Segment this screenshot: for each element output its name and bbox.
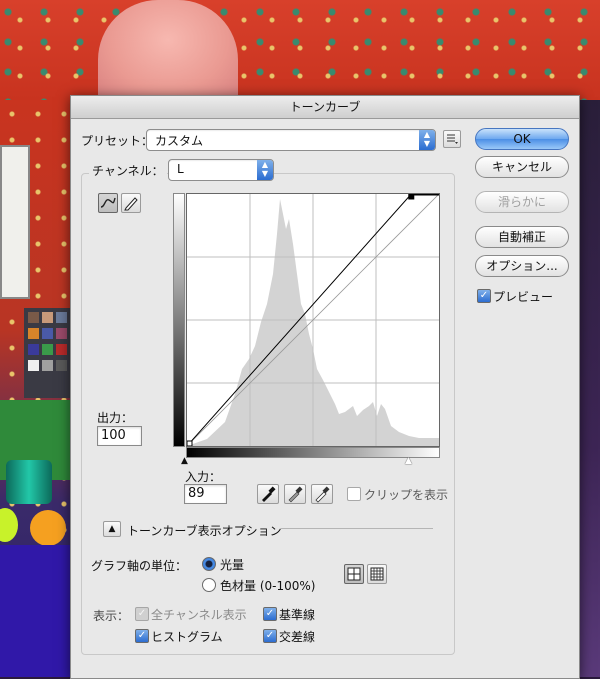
black-eyedropper-icon[interactable] [257, 484, 279, 504]
curve-options-label: トーンカーブ表示オプション [127, 524, 282, 538]
purple-cloth [0, 545, 70, 677]
auto-button[interactable]: 自動補正 [475, 226, 569, 248]
histogram-checkbox[interactable]: ✓ [135, 629, 149, 643]
all-channels-checkbox[interactable]: ✓ [135, 607, 149, 621]
preset-select[interactable]: カスタム ▲ ▼ [146, 129, 436, 151]
white-eyedropper-icon[interactable] [311, 484, 333, 504]
clip-checkbox[interactable] [347, 487, 361, 501]
preview-checkbox[interactable]: ✓ [477, 289, 491, 303]
preset-menu-icon[interactable] [443, 130, 461, 148]
curve-graph[interactable] [186, 193, 440, 447]
unit-light-label: 光量 [220, 558, 245, 572]
display-label: 表示： [93, 609, 130, 623]
pencil-tool-icon[interactable] [121, 193, 141, 213]
simple-grid-icon[interactable] [344, 564, 364, 584]
gray-eyedropper-icon[interactable] [284, 484, 306, 504]
curves-dialog: トーンカーブ プリセット： カスタム ▲ ▼ チャンネル： L ▲ ▼ ▲ ▲ … [70, 95, 580, 679]
options-button[interactable]: オプション... [475, 255, 569, 277]
curve-canvas[interactable] [186, 193, 440, 447]
detailed-grid-icon[interactable] [367, 564, 387, 584]
unit-light-radio[interactable] [202, 557, 216, 571]
section-divider [281, 528, 433, 529]
channel-label: チャンネル： [89, 162, 167, 179]
ok-button[interactable]: OK [475, 128, 569, 150]
histogram-label: ヒストグラム [151, 630, 223, 644]
input-label: 入力： [185, 470, 222, 484]
preset-value: カスタム [155, 134, 204, 148]
all-channels-label: 全チャンネル表示 [151, 608, 247, 622]
unit-pigment-radio[interactable] [202, 578, 216, 592]
dialog-title[interactable]: トーンカーブ [71, 96, 579, 119]
smooth-button[interactable]: 滑らかに [475, 191, 569, 213]
popup-arrows-icon: ▲ ▼ [257, 160, 273, 180]
curve-tool-icon[interactable] [98, 193, 118, 213]
preview-label: プレビュー [493, 290, 554, 304]
cancel-button[interactable]: キャンセル [475, 156, 569, 178]
fabric-pattern [0, 0, 600, 100]
channel-value: L [177, 162, 184, 176]
teal-candle [6, 460, 52, 504]
intersection-checkbox[interactable]: ✓ [263, 629, 277, 643]
whiteboard [0, 145, 30, 299]
black-point-slider[interactable]: ▲ [181, 456, 188, 466]
input-gradient-bar [186, 447, 440, 458]
peach-object [98, 0, 238, 100]
graph-unit-label: グラフ軸の単位： [91, 559, 188, 573]
output-field[interactable]: 100 [97, 426, 142, 446]
clip-label: クリップを表示 [364, 488, 449, 502]
output-label: 出力： [97, 411, 134, 425]
baseline-checkbox[interactable]: ✓ [263, 607, 277, 621]
white-point-slider[interactable]: ▲ [405, 456, 412, 466]
popup-arrows-icon: ▲ ▼ [419, 130, 435, 150]
unit-pigment-label: 色材量 (0-100%) [220, 579, 316, 593]
baseline-label: 基準線 [279, 608, 316, 622]
color-checker [24, 308, 70, 398]
output-gradient-bar [173, 193, 185, 447]
input-field[interactable]: 89 [184, 484, 227, 504]
orange-ball [30, 510, 66, 546]
preset-label: プリセット： [81, 134, 154, 148]
curve-point-white[interactable] [408, 193, 415, 200]
curve-point-black[interactable] [186, 440, 193, 447]
background-right-strip [578, 100, 600, 677]
intersection-label: 交差線 [279, 630, 316, 644]
disclosure-triangle-icon[interactable]: ▲ [103, 521, 121, 537]
channel-select[interactable]: L ▲ ▼ [168, 159, 274, 181]
